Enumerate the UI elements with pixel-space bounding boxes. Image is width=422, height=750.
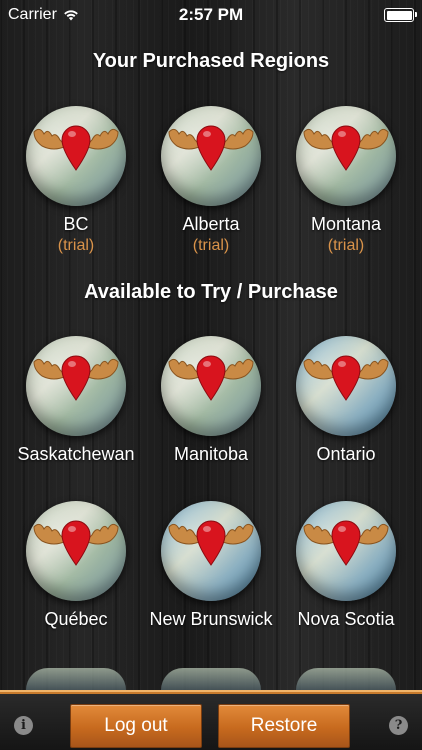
region-name: Ontario <box>316 444 376 464</box>
region-globe-partial[interactable] <box>26 668 126 690</box>
region-montana[interactable]: Montana (trial) <box>276 106 416 255</box>
region-name: BC <box>63 214 89 234</box>
region-bc[interactable]: BC (trial) <box>6 106 146 255</box>
region-globe-icon <box>296 106 396 206</box>
region-manitoba[interactable]: Manitoba <box>141 336 281 465</box>
region-ontario[interactable]: Ontario <box>276 336 416 465</box>
moose-pin-icon <box>33 125 119 171</box>
region-trial-label: (trial) <box>327 237 365 254</box>
region-quebec[interactable]: Québec <box>6 501 146 630</box>
help-icon[interactable]: ? <box>389 716 408 735</box>
moose-pin-icon <box>303 355 389 401</box>
moose-pin-icon <box>303 520 389 566</box>
region-globe-partial[interactable] <box>296 668 396 690</box>
region-name: Québec <box>44 609 108 629</box>
region-saskatchewan[interactable]: Saskatchewan <box>6 336 146 465</box>
region-globe-icon <box>26 336 126 436</box>
status-bar: Carrier 2:57 PM <box>0 0 422 30</box>
region-name: Nova Scotia <box>297 609 395 629</box>
region-trial-label: (trial) <box>192 237 230 254</box>
region-nova-scotia[interactable]: Nova Scotia <box>276 501 416 630</box>
region-name: Saskatchewan <box>17 444 135 464</box>
region-globe-icon <box>296 336 396 436</box>
region-name: Montana <box>310 214 382 234</box>
bottom-toolbar: i Log out Restore ? <box>0 690 422 750</box>
status-time: 2:57 PM <box>178 5 244 24</box>
logout-button[interactable]: Log out <box>70 704 202 748</box>
region-new-brunswick[interactable]: New Brunswick <box>141 501 281 630</box>
region-globe-icon <box>161 106 261 206</box>
moose-pin-icon <box>33 355 119 401</box>
region-globe-icon <box>296 501 396 601</box>
region-globe-icon <box>26 106 126 206</box>
region-name: New Brunswick <box>149 609 273 629</box>
moose-pin-icon <box>168 355 254 401</box>
region-name: Manitoba <box>173 444 249 464</box>
region-name: Alberta <box>182 214 240 234</box>
region-globe-icon <box>161 336 261 436</box>
battery-icon <box>384 8 417 22</box>
moose-pin-icon <box>33 520 119 566</box>
restore-button[interactable]: Restore <box>218 704 350 748</box>
region-globe-partial[interactable] <box>161 668 261 690</box>
moose-pin-icon <box>168 520 254 566</box>
purchased-regions-title: Your Purchased Regions <box>92 50 330 72</box>
region-trial-label: (trial) <box>57 237 95 254</box>
region-globe-icon <box>161 501 261 601</box>
moose-pin-icon <box>303 125 389 171</box>
region-globe-icon <box>26 501 126 601</box>
info-icon[interactable]: i <box>14 716 33 735</box>
moose-pin-icon <box>168 125 254 171</box>
available-regions-title: Available to Try / Purchase <box>84 281 338 303</box>
region-alberta[interactable]: Alberta (trial) <box>141 106 281 255</box>
